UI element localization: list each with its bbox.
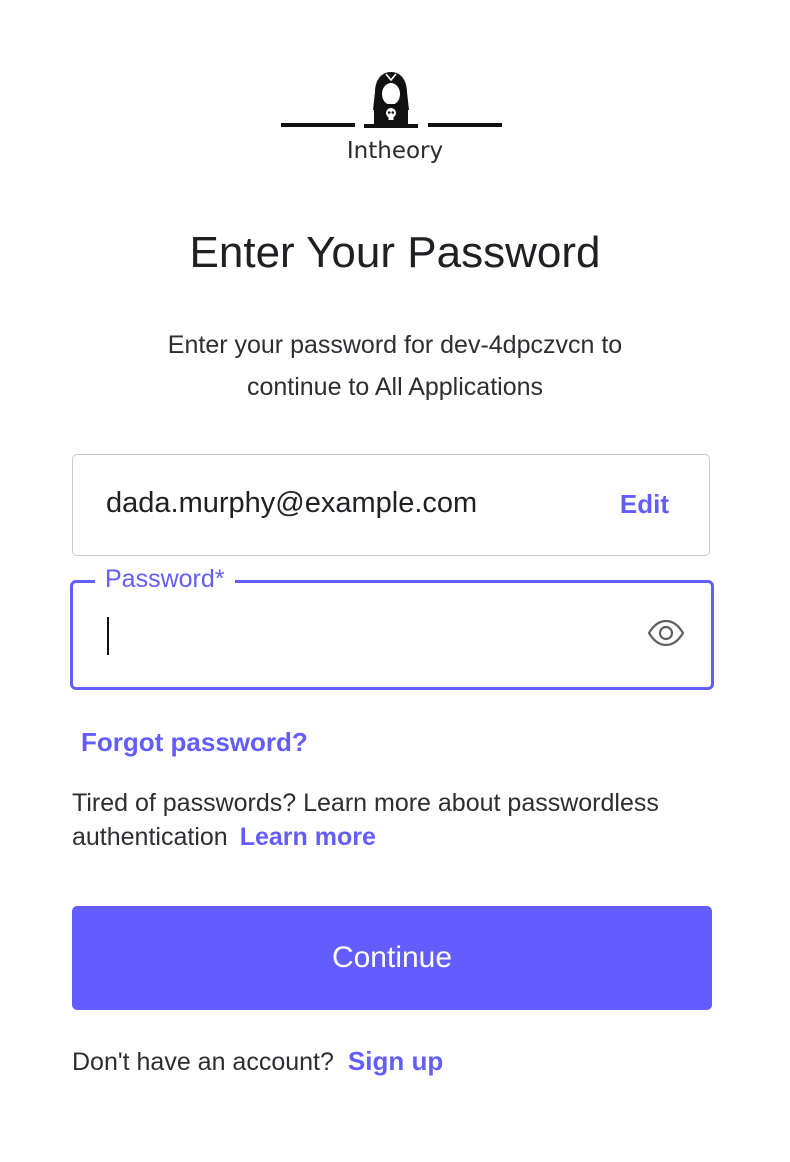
email-display: dada.murphy@example.com Edit	[72, 454, 710, 556]
page-subtitle: Enter your password for dev-4dpczvcn to …	[95, 324, 695, 408]
text-caret	[107, 617, 109, 655]
email-value: dada.murphy@example.com	[106, 487, 478, 519]
forgot-password-link[interactable]: Forgot password?	[81, 727, 308, 758]
signup-link[interactable]: Sign up	[348, 1046, 443, 1076]
brand-name: Intheory	[346, 138, 444, 164]
logo-line-right	[428, 123, 502, 127]
signup-prompt: Don't have an account?	[72, 1048, 334, 1076]
password-label: Password*	[95, 565, 235, 594]
continue-button[interactable]: Continue	[72, 906, 712, 1010]
passwordless-info: Tired of passwords? Learn more about pas…	[72, 786, 712, 854]
logo-line-left	[281, 123, 355, 127]
signup-row: Don't have an account? Sign up	[72, 1046, 443, 1077]
eye-icon[interactable]	[647, 619, 685, 647]
learn-more-link[interactable]: Learn more	[240, 823, 376, 851]
subtitle-line-2: continue to All Applications	[246, 373, 544, 401]
password-field[interactable]: Password*	[70, 565, 714, 690]
subtitle-line-1: Enter your password for dev-4dpczvcn to	[167, 331, 623, 359]
hooded-hacker-laptop-icon	[364, 72, 418, 128]
password-input[interactable]	[105, 613, 609, 655]
page-title: Enter Your Password	[189, 228, 601, 277]
edit-email-link[interactable]: Edit	[620, 489, 669, 520]
